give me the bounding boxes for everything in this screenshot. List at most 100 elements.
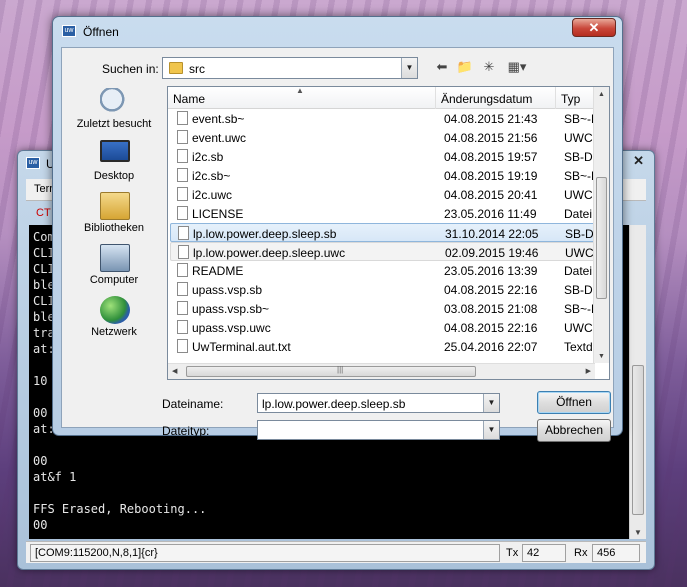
- horizontal-scrollbar-thumb[interactable]: |||: [186, 365, 476, 377]
- file-icon: [177, 320, 188, 334]
- file-row[interactable]: README 23.05.2016 13:39 Datei: [170, 261, 606, 280]
- file-date: 04.08.2015 19:19: [444, 169, 538, 183]
- terminal-status-bar: [COM9:115200,N,8,1]{cr} Tx 42 Rx 456: [26, 541, 646, 563]
- file-row[interactable]: i2c.sb04.08.2015 19:57SB-Datei: [170, 147, 606, 166]
- dialog-close-button[interactable]: ✕: [572, 18, 616, 37]
- libraries-icon: [100, 192, 130, 220]
- lookin-label: Suchen in:: [102, 62, 159, 76]
- lookin-dropdown[interactable]: src ▼: [162, 57, 418, 79]
- file-date: 04.08.2015 21:56: [444, 131, 538, 145]
- scroll-down-arrow-icon[interactable]: ▼: [598, 353, 605, 360]
- file-date: 23.05.2016 11:49: [444, 207, 537, 221]
- file-date: 04.08.2015 19:57: [444, 150, 538, 164]
- file-list[interactable]: Name ▲ Änderungsdatum Typ event.sb~ 04.08…: [167, 86, 610, 380]
- place-desktop[interactable]: Desktop: [70, 140, 158, 190]
- vertical-scrollbar-thumb[interactable]: [596, 177, 607, 299]
- lookin-value: src: [189, 62, 205, 76]
- place-label: Zuletzt besucht: [76, 118, 152, 130]
- scroll-down-arrow-icon[interactable]: ▼: [634, 528, 642, 537]
- up-folder-icon[interactable]: 📁: [456, 59, 474, 77]
- terminal-line: FFS Erased, Rebooting...: [33, 502, 207, 516]
- back-arrow-icon[interactable]: ⬅: [434, 59, 450, 77]
- terminal-scrollbar[interactable]: ▼: [629, 225, 646, 539]
- file-row[interactable]: upass.vsp.sb04.08.2015 22:16SB-Datei: [170, 280, 606, 299]
- file-icon: [177, 339, 188, 353]
- file-row[interactable]: upass.vsp.uwc04.08.2015 22:16UWC-Datei: [170, 318, 606, 337]
- terminal-scrollbar-thumb[interactable]: [632, 365, 644, 515]
- file-name: upass.vsp.sb: [192, 283, 263, 297]
- status-tx-value: 42: [522, 544, 566, 562]
- file-icon: [178, 245, 189, 259]
- scrollbar-grip-icon: |||: [337, 365, 344, 374]
- file-name: upass.vsp.sb~: [192, 302, 270, 316]
- file-name: i2c.sb~: [192, 169, 231, 183]
- open-dialog: uw Öffnen ✕ Suchen in: src ▼ ⬅ 📁 ✳ ▦▾ Zu…: [52, 16, 623, 442]
- file-date: 03.08.2015 21:08: [444, 302, 538, 316]
- open-button[interactable]: Öffnen: [537, 391, 611, 414]
- file-row[interactable]: UwTerminal.aut.txt 25.04.2016 22:07 Textdo…: [170, 337, 606, 356]
- terminal-line: at&f 1: [33, 470, 77, 484]
- filetype-select[interactable]: ▼: [257, 420, 500, 440]
- terminal-app-icon: uw: [26, 157, 40, 169]
- filename-combo[interactable]: lp.low.power.deep.sleep.sb ▼: [257, 393, 500, 413]
- file-date: 04.08.2015 21:43: [444, 112, 538, 126]
- scroll-up-arrow-icon[interactable]: ▲: [598, 91, 605, 98]
- place-libraries[interactable]: Bibliotheken: [70, 192, 158, 242]
- status-port-info: [COM9:115200,N,8,1]{cr}: [30, 544, 500, 562]
- file-row[interactable]: event.uwc04.08.2015 21:56UWC-Datei: [170, 128, 606, 147]
- terminal-close-icon[interactable]: ✕: [633, 153, 644, 169]
- file-icon: [177, 301, 188, 315]
- filename-input[interactable]: lp.low.power.deep.sleep.sb: [262, 397, 405, 411]
- file-name: UwTerminal.aut.txt: [192, 340, 291, 354]
- place-computer[interactable]: Computer: [70, 244, 158, 294]
- dialog-titlebar[interactable]: uw Öffnen ✕: [53, 17, 622, 45]
- file-name: event.uwc: [192, 131, 247, 145]
- recent-places-icon: [100, 88, 130, 116]
- file-list-vertical-scrollbar[interactable]: ▲ ▼: [593, 87, 609, 363]
- cancel-button[interactable]: Abbrechen: [537, 419, 611, 442]
- view-menu-icon[interactable]: ▦▾: [504, 59, 530, 77]
- terminal-ctrl-label: CT: [36, 207, 51, 219]
- file-name: LICENSE: [192, 207, 244, 221]
- network-icon: [100, 296, 130, 324]
- column-header-name[interactable]: Name ▲: [168, 87, 436, 109]
- file-row[interactable]: lp.low.power.deep.sleep.uwc 02.09.2015 19…: [170, 242, 606, 261]
- chevron-down-icon[interactable]: ▼: [401, 58, 417, 78]
- file-row[interactable]: i2c.uwc04.08.2015 20:41UWC-Datei: [170, 185, 606, 204]
- scroll-left-arrow-icon[interactable]: ◀: [172, 367, 177, 375]
- file-row[interactable]: upass.vsp.sb~03.08.2015 21:08SB~-Datei: [170, 299, 606, 318]
- column-header-date[interactable]: Änderungsdatum: [436, 87, 556, 109]
- file-date: 23.05.2016 13:39: [444, 264, 538, 278]
- file-row[interactable]: lp.low.power.deep.sleep.sb 31.10.2014 22:…: [170, 223, 606, 242]
- status-rx-value: 456: [592, 544, 640, 562]
- terminal-line: 00: [33, 454, 48, 468]
- place-network[interactable]: Netzwerk: [70, 296, 158, 346]
- desktop-icon: [100, 140, 130, 162]
- file-icon: [177, 263, 188, 277]
- scroll-right-arrow-icon[interactable]: ▶: [586, 367, 591, 375]
- place-label: Computer: [89, 274, 139, 286]
- chevron-down-icon[interactable]: ▼: [483, 394, 499, 412]
- file-row[interactable]: i2c.sb~04.08.2015 19:19SB~-Datei: [170, 166, 606, 185]
- computer-icon: [100, 244, 130, 272]
- chevron-down-icon[interactable]: ▼: [483, 421, 499, 439]
- place-recent[interactable]: Zuletzt besucht: [70, 88, 158, 138]
- terminal-tab[interactable]: Terr: [34, 183, 53, 195]
- column-header-date-label: Änderungsdatum: [441, 92, 533, 106]
- file-date: 31.10.2014 22:05: [445, 227, 539, 241]
- terminal-line: 00: [33, 518, 48, 532]
- file-icon: [177, 168, 188, 182]
- new-folder-icon[interactable]: ✳: [480, 59, 498, 77]
- folder-icon: [169, 62, 183, 74]
- file-list-horizontal-scrollbar[interactable]: ◀ ||| ▶: [168, 363, 595, 379]
- file-name: README: [192, 264, 244, 278]
- file-date: 04.08.2015 22:16: [444, 321, 538, 335]
- file-date: 25.04.2016 22:07: [444, 340, 538, 354]
- place-label: Desktop: [93, 170, 135, 182]
- file-row[interactable]: event.sb~04.08.2015 21:43SB~-Datei: [170, 109, 606, 128]
- dialog-app-icon: uw: [62, 25, 76, 37]
- file-icon: [177, 282, 188, 296]
- file-row[interactable]: LICENSE 23.05.2016 11:49 Datei: [170, 204, 606, 223]
- file-icon: [177, 111, 188, 125]
- file-list-header: Name ▲ Änderungsdatum Typ: [168, 87, 609, 109]
